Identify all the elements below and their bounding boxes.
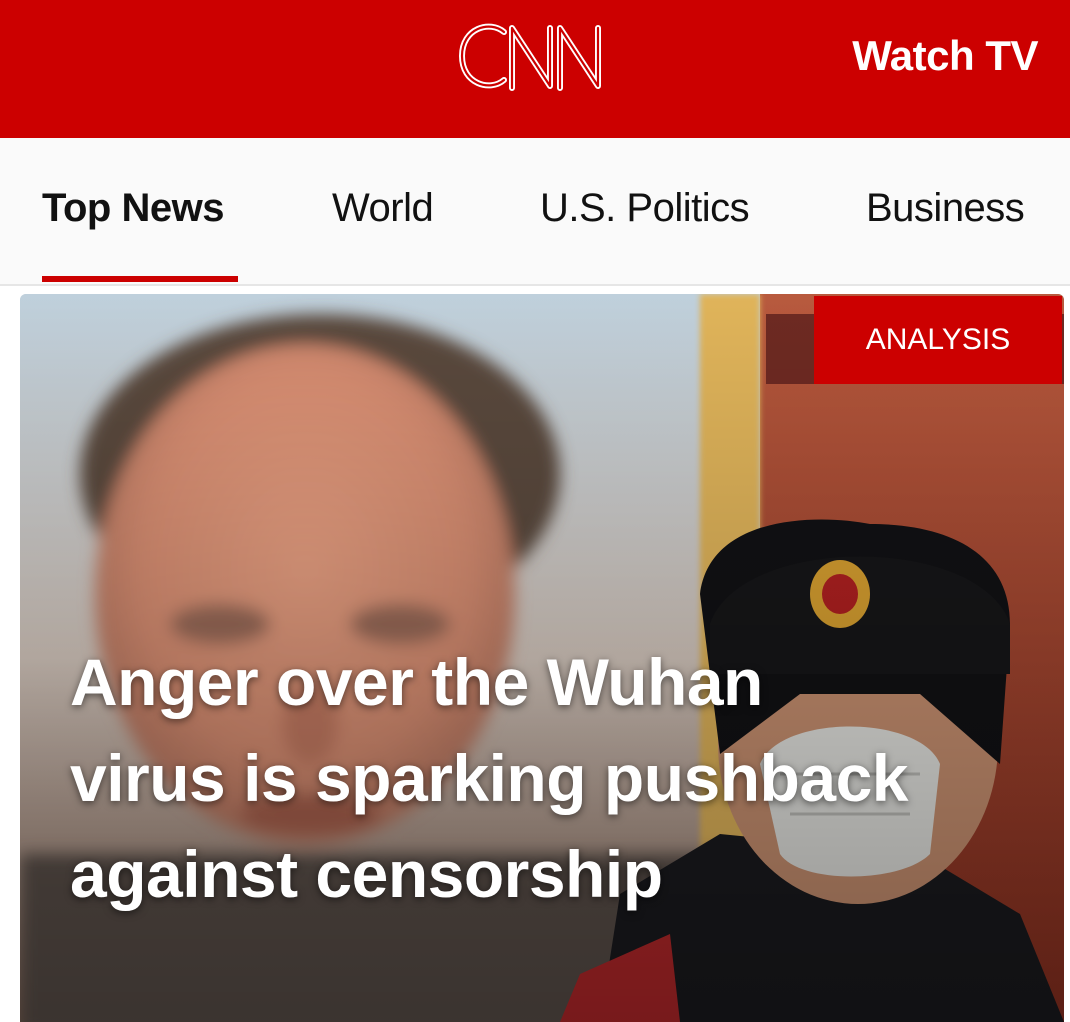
nav-tab-world[interactable]: World [332, 186, 434, 231]
site-header: Watch TV [0, 0, 1070, 138]
cnn-logo[interactable] [452, 10, 632, 102]
watch-tv-link[interactable]: Watch TV [852, 32, 1038, 80]
active-tab-indicator [42, 276, 238, 282]
nav-tab-business[interactable]: Business [866, 186, 1025, 231]
story-headline[interactable]: Anger over the Wuhan virus is sparking p… [70, 634, 930, 922]
hero-story-card[interactable]: ANALYSIS Anger over the Wuhan virus is s… [20, 294, 1064, 1022]
nav-tab-us-politics[interactable]: U.S. Politics [540, 186, 750, 231]
nav-tab-top-news[interactable]: Top News [42, 186, 224, 231]
analysis-badge: ANALYSIS [814, 296, 1062, 384]
nav-divider [0, 284, 1070, 286]
section-nav: Top News World U.S. Politics Business [0, 138, 1070, 286]
